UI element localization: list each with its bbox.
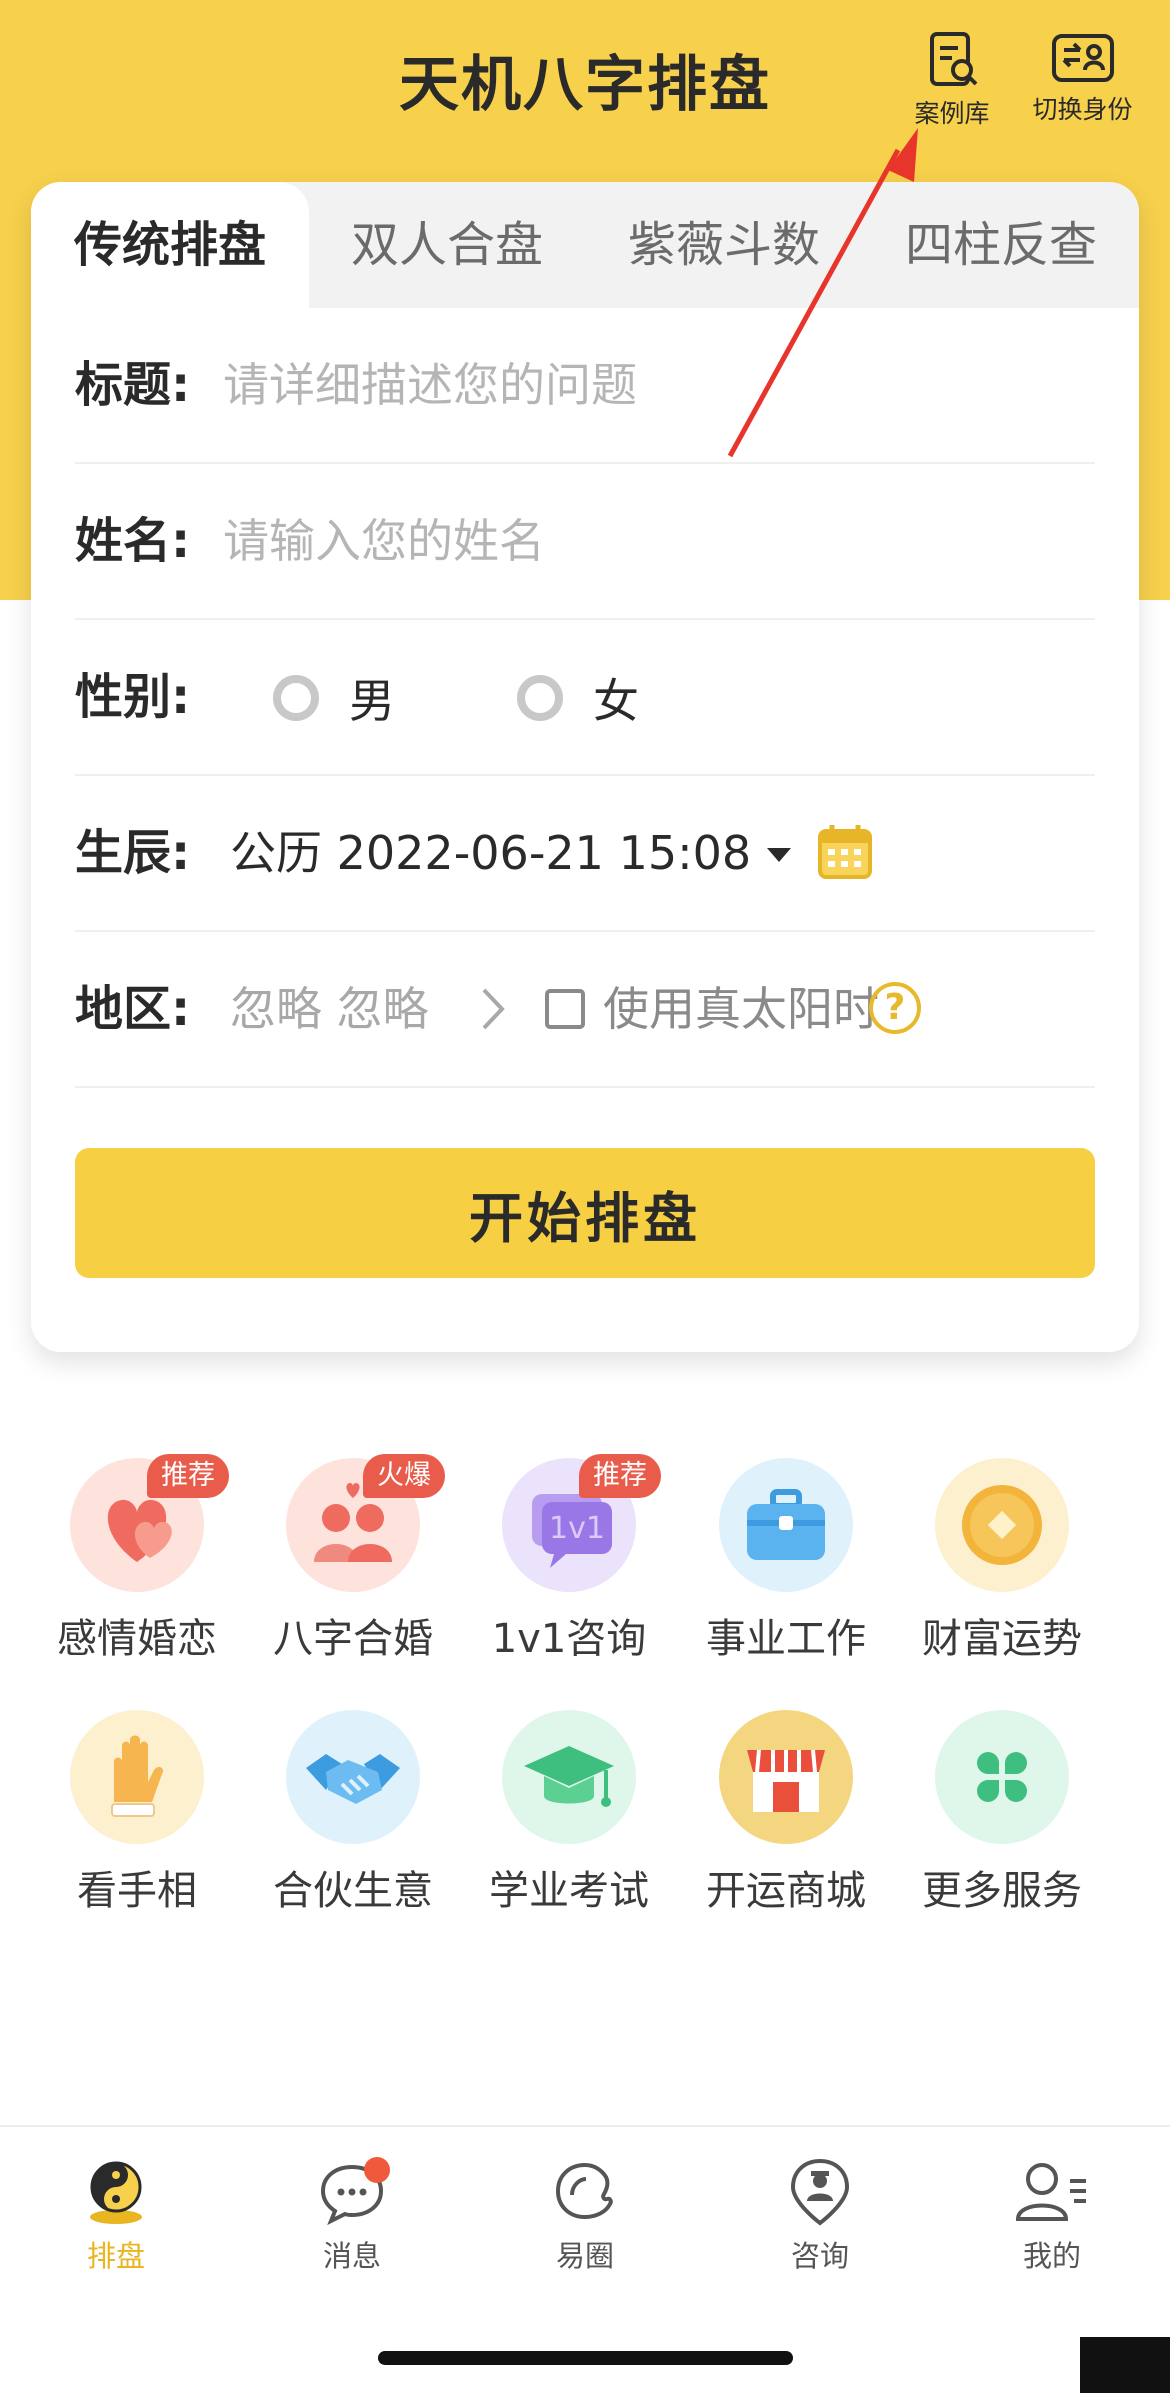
corner-artifact: [1080, 2337, 1170, 2393]
circle-chat-icon: [555, 2162, 613, 2220]
switch-identity-icon: [1051, 34, 1114, 82]
gender-male-radio[interactable]: 男: [273, 670, 395, 728]
nav-item-mine[interactable]: 我的: [972, 2157, 1132, 2275]
birth-date-picker[interactable]: 公历 2022-06-21 15:08: [230, 776, 751, 930]
page: 天机八字排盘 案例库 切换身份 传统排盘 双人合盘 紫薇斗数 四柱反查 标题: …: [0, 0, 1170, 2393]
service-exam[interactable]: 学业考试: [469, 1710, 669, 1914]
gender-label: 性别:: [75, 669, 191, 725]
service-career[interactable]: 事业工作: [686, 1458, 886, 1662]
service-palm-reading[interactable]: 看手相: [37, 1710, 237, 1914]
service-label: 学业考试: [489, 1868, 649, 1914]
profile-icon: [1015, 2163, 1086, 2221]
region-selector[interactable]: 忽略 忽略: [230, 932, 429, 1086]
service-label: 更多服务: [922, 1868, 1082, 1914]
name-row: 姓名:: [75, 464, 1095, 620]
name-label: 姓名:: [75, 513, 191, 569]
palm-icon: [111, 1735, 164, 1817]
nav-item-consult[interactable]: 咨询: [740, 2157, 900, 2275]
case-library-icon: [930, 32, 978, 86]
help-icon[interactable]: ?: [869, 982, 921, 1034]
start-chart-button[interactable]: 开始排盘: [75, 1148, 1095, 1278]
radio-circle: [517, 675, 563, 721]
title-label: 标题:: [75, 357, 191, 413]
nav-label: 易圈: [555, 2239, 614, 2273]
annotation-arrow: [727, 128, 918, 458]
true-solar-time-checkbox[interactable]: [545, 989, 585, 1029]
badge-recommend: 推荐: [579, 1454, 661, 1498]
true-solar-time-label: 使用真太阳时: [603, 982, 879, 1036]
birth-row: 生辰: 公历 2022-06-21 15:08: [75, 776, 1095, 932]
service-label: 1v1咨询: [491, 1616, 647, 1662]
coin-icon: [962, 1485, 1042, 1565]
nav-label: 我的: [1022, 2239, 1081, 2273]
tab-couple[interactable]: 双人合盘: [309, 182, 585, 308]
service-lucky-shop[interactable]: 开运商城: [686, 1710, 886, 1914]
badge-hot: 火爆: [363, 1454, 445, 1498]
service-label: 事业工作: [706, 1616, 866, 1662]
service-label: 财富运势: [922, 1616, 1082, 1662]
birth-label: 生辰:: [75, 825, 191, 881]
unread-dot: [364, 2157, 390, 2183]
nav-label: 消息: [322, 2239, 381, 2273]
briefcase-icon: [747, 1489, 825, 1560]
gender-male-label: 男: [349, 674, 395, 728]
clover-icon: [977, 1752, 1027, 1802]
service-bazi-marriage[interactable]: 火爆 八字合婚: [253, 1454, 453, 1662]
chart-form-card: 传统排盘 双人合盘 紫薇斗数 四柱反查 标题: 姓名: 性别: 男 女: [31, 182, 1139, 1352]
nav-item-messages[interactable]: 消息: [272, 2157, 432, 2275]
nav-label: 咨询: [790, 2239, 849, 2273]
switch-identity-label: 切换身份: [1032, 95, 1133, 124]
service-label: 感情婚恋: [57, 1616, 217, 1662]
svg-text:1v1: 1v1: [549, 1511, 605, 1546]
name-input[interactable]: [223, 509, 1083, 573]
handshake-icon: [306, 1754, 400, 1804]
calendar-icon[interactable]: [817, 823, 873, 881]
gender-female-radio[interactable]: 女: [517, 670, 639, 728]
nav-item-circle[interactable]: 易圈: [505, 2157, 665, 2275]
service-label: 合伙生意: [273, 1868, 433, 1914]
service-label: 八字合婚: [273, 1616, 433, 1662]
title-input[interactable]: [223, 353, 1083, 417]
switch-identity-button[interactable]: 切换身份: [1015, 30, 1150, 126]
gender-row: 性别: 男 女: [75, 620, 1095, 776]
gender-female-label: 女: [593, 674, 639, 728]
service-label: 看手相: [77, 1868, 197, 1914]
home-indicator: [378, 2351, 793, 2365]
badge-recommend: 推荐: [147, 1454, 229, 1498]
region-label: 地区:: [75, 981, 191, 1037]
nav-item-chart[interactable]: 排盘: [36, 2157, 196, 2275]
tab-bar: 传统排盘 双人合盘 紫薇斗数 四柱反查: [31, 182, 1139, 308]
service-1v1-consult[interactable]: 1v1 推荐 1v1咨询: [469, 1454, 669, 1662]
yin-yang-icon: [90, 2161, 142, 2224]
service-love[interactable]: 推荐 感情婚恋: [37, 1454, 237, 1662]
consult-icon: [790, 2158, 850, 2226]
dropdown-caret-icon[interactable]: [767, 848, 791, 862]
radio-circle: [273, 675, 319, 721]
region-row: 地区: 忽略 忽略 使用真太阳时 ?: [75, 932, 1095, 1088]
tab-traditional[interactable]: 传统排盘: [31, 182, 309, 308]
title-row: 标题:: [75, 308, 1095, 464]
graduation-cap-icon: [524, 1746, 614, 1807]
service-label: 开运商城: [706, 1868, 866, 1914]
chevron-right-icon[interactable]: [480, 986, 506, 1032]
service-more[interactable]: 更多服务: [902, 1710, 1102, 1914]
shop-icon: [747, 1749, 825, 1812]
nav-label: 排盘: [86, 2239, 145, 2273]
service-wealth[interactable]: 财富运势: [902, 1458, 1102, 1662]
service-partnership[interactable]: 合伙生意: [253, 1710, 453, 1914]
